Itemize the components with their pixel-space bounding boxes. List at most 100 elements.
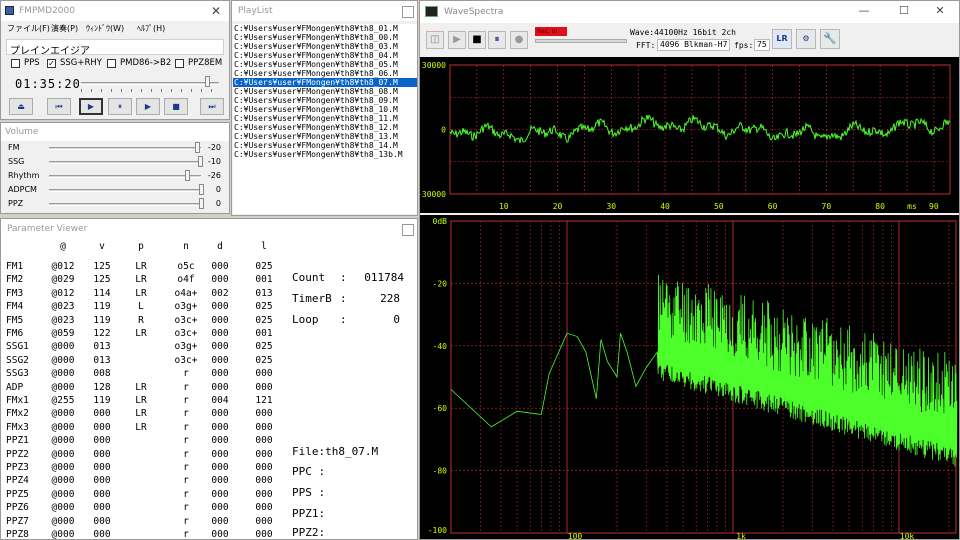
playlist-item[interactable]: C:¥Users¥user¥FMongen¥th8¥th8_13b.M bbox=[233, 150, 417, 159]
ws-play-icon[interactable]: ▶ bbox=[448, 31, 466, 49]
spectrum-ytick: -40 bbox=[433, 342, 448, 351]
playlist-item[interactable]: C:¥Users¥user¥FMongen¥th8¥th8_01.M bbox=[233, 24, 417, 33]
param-cell: 000 bbox=[93, 462, 111, 473]
param-cell: 000 bbox=[211, 341, 229, 353]
menu-help[interactable]: ﾍﾙﾌﾟ(H) bbox=[137, 23, 165, 34]
stat-timerb: TimerB : 228 bbox=[292, 292, 400, 305]
param-cell: 119 bbox=[93, 314, 111, 326]
playlist-item[interactable]: C:¥Users¥user¥FMongen¥th8¥th8_10.M bbox=[233, 105, 417, 114]
menu-window[interactable]: ｳｨﾝﾄﾞｳ(W) bbox=[86, 23, 124, 34]
param-cell: 000 bbox=[211, 515, 229, 527]
parameter-viewer-close-icon[interactable] bbox=[402, 224, 414, 236]
playlist-item[interactable]: C:¥Users¥user¥FMongen¥th8¥th8_12.M bbox=[233, 123, 417, 132]
stop-button[interactable]: ■ bbox=[164, 98, 188, 115]
stat-timerb-label: TimerB bbox=[292, 292, 332, 305]
step-button[interactable]: ▶ bbox=[136, 98, 160, 115]
ws-pause-icon[interactable]: ⏸ bbox=[488, 31, 506, 49]
seek-bar[interactable] bbox=[81, 82, 219, 85]
playlist-item[interactable]: C:¥Users¥user¥FMongen¥th8¥th8_07.M bbox=[233, 78, 417, 87]
param-cell: 119 bbox=[93, 301, 111, 313]
stat-count-value: 011784 bbox=[364, 271, 404, 284]
volume-thumb-ssg[interactable] bbox=[197, 156, 203, 167]
play-button[interactable]: ▶ bbox=[79, 98, 103, 115]
playlist-item[interactable]: C:¥Users¥user¥FMongen¥th8¥th8_14.M bbox=[233, 141, 417, 150]
fft-select[interactable]: 4096 Blkman-H7 bbox=[657, 39, 730, 51]
param-cell: @023 bbox=[51, 301, 75, 313]
playlist-item[interactable]: C:¥Users¥user¥FMongen¥th8¥th8_05.M bbox=[233, 60, 417, 69]
pmd86-checkbox[interactable] bbox=[107, 59, 116, 68]
param-row: PPZ7 @000 000 r 000 000 bbox=[1, 516, 291, 529]
lr-channel-icon[interactable]: LR bbox=[772, 29, 792, 49]
playlist-item[interactable]: C:¥Users¥user¥FMongen¥th8¥th8_04.M bbox=[233, 51, 417, 60]
playlist-item[interactable]: C:¥Users¥user¥FMongen¥th8¥th8_00.M bbox=[233, 33, 417, 42]
param-cell: 000 bbox=[255, 381, 273, 393]
next-button[interactable]: ⏭ bbox=[200, 98, 224, 115]
settings-icon[interactable]: ⚙ bbox=[796, 29, 816, 49]
waveform-panel: 30000 0 -30000 10 20 30 40 50 60 70 80 90 ms bbox=[420, 57, 959, 213]
eject-button[interactable]: ⏏ bbox=[9, 98, 33, 115]
param-cell: @000 bbox=[51, 529, 75, 540]
param-cell: LR bbox=[135, 421, 147, 433]
wavespectra-titlebar[interactable]: WaveSpectra — ☐ ✕ bbox=[420, 1, 959, 23]
param-cell: r bbox=[183, 515, 189, 527]
close-icon[interactable]: ✕ bbox=[211, 4, 221, 18]
ws-record-icon[interactable]: ● bbox=[510, 31, 528, 49]
ws-stop-icon[interactable]: ■ bbox=[468, 31, 486, 49]
minimize-icon[interactable]: — bbox=[849, 1, 879, 21]
param-cell: 000 bbox=[211, 488, 229, 500]
playlist-item[interactable]: C:¥Users¥user¥FMongen¥th8¥th8_11.M bbox=[233, 114, 417, 123]
wavespectra-title: WaveSpectra bbox=[444, 7, 504, 17]
volume-slider-adpcm[interactable] bbox=[49, 189, 201, 192]
close-window-icon[interactable]: ✕ bbox=[925, 1, 955, 21]
wrench-icon[interactable]: 🔧 bbox=[820, 29, 840, 49]
param-cell: 000 bbox=[93, 488, 111, 500]
rec-in-badge: Rec. In bbox=[535, 27, 567, 36]
param-cell: 128 bbox=[93, 381, 111, 393]
playlist-list[interactable]: C:¥Users¥user¥FMongen¥th8¥th8_01.M C:¥Use… bbox=[233, 24, 417, 214]
playlist-item[interactable]: C:¥Users¥user¥FMongen¥th8¥th8_13.M bbox=[233, 132, 417, 141]
param-cell: o3g+ bbox=[174, 301, 198, 313]
playlist-close-icon[interactable] bbox=[402, 6, 414, 18]
volume-thumb-rhythm[interactable] bbox=[184, 170, 190, 181]
maximize-icon[interactable]: ☐ bbox=[889, 1, 919, 21]
open-file-icon[interactable]: ◫ bbox=[426, 31, 444, 49]
playlist-item[interactable]: C:¥Users¥user¥FMongen¥th8¥th8_03.M bbox=[233, 42, 417, 51]
playlist-item[interactable]: C:¥Users¥user¥FMongen¥th8¥th8_08.M bbox=[233, 87, 417, 96]
seek-thumb[interactable] bbox=[204, 76, 210, 87]
menu-file[interactable]: ファイル(F) bbox=[7, 23, 50, 34]
param-cell: @255 bbox=[51, 395, 75, 406]
ssg-rhy-checkbox[interactable]: ✓ bbox=[47, 59, 56, 68]
volume-slider-fm[interactable] bbox=[49, 147, 201, 150]
volume-value-fm: -20 bbox=[207, 143, 221, 152]
volume-thumb-fm[interactable] bbox=[195, 142, 201, 153]
volume-thumb-ppz[interactable] bbox=[199, 198, 204, 209]
param-row: FMx1 @255 119 LR r 004 121 bbox=[1, 395, 291, 408]
ppz8em-checkbox[interactable] bbox=[175, 59, 184, 68]
param-channel: SSG3 bbox=[6, 368, 29, 380]
volume-slider-ppz[interactable] bbox=[49, 203, 201, 206]
fps-field[interactable]: 75 bbox=[754, 39, 770, 51]
playlist-item[interactable]: C:¥Users¥user¥FMongen¥th8¥th8_09.M bbox=[233, 96, 417, 105]
playlist-item[interactable]: C:¥Users¥user¥FMongen¥th8¥th8_06.M bbox=[233, 69, 417, 78]
param-row: FM5 @023 119 Ro3c+ 000 025 bbox=[1, 315, 291, 328]
pps-checkbox[interactable] bbox=[11, 59, 20, 68]
param-row: FM3 @012 114 LR o4a+ 002 013 bbox=[1, 288, 291, 301]
volume-titlebar[interactable]: Volume bbox=[1, 123, 229, 141]
param-cell: @012 bbox=[51, 261, 75, 272]
pause-button[interactable]: ⏸ bbox=[108, 98, 132, 115]
volume-thumb-adpcm[interactable] bbox=[199, 184, 204, 195]
param-cell: 000 bbox=[255, 529, 273, 540]
playlist-titlebar[interactable]: PlayList bbox=[232, 1, 417, 21]
next-icon: ⏭ bbox=[208, 102, 216, 111]
param-cell: @000 bbox=[51, 408, 75, 420]
fmpmd-titlebar[interactable]: FMPMD2000 ✕ bbox=[1, 1, 229, 21]
menu-play[interactable]: 演奏(P) bbox=[51, 23, 78, 34]
param-row: FMx3 @000 000 LR r 000 000 bbox=[1, 422, 291, 435]
volume-slider-rhythm[interactable] bbox=[49, 175, 201, 178]
volume-slider-ssg[interactable] bbox=[49, 161, 201, 164]
param-cell: 000 bbox=[211, 475, 229, 487]
prev-button[interactable]: ⏮ bbox=[47, 98, 71, 115]
parameter-viewer-titlebar[interactable]: Parameter Viewer bbox=[1, 219, 417, 239]
pause-icon: ⏸ bbox=[118, 102, 122, 111]
param-cell: 000 bbox=[211, 354, 229, 366]
